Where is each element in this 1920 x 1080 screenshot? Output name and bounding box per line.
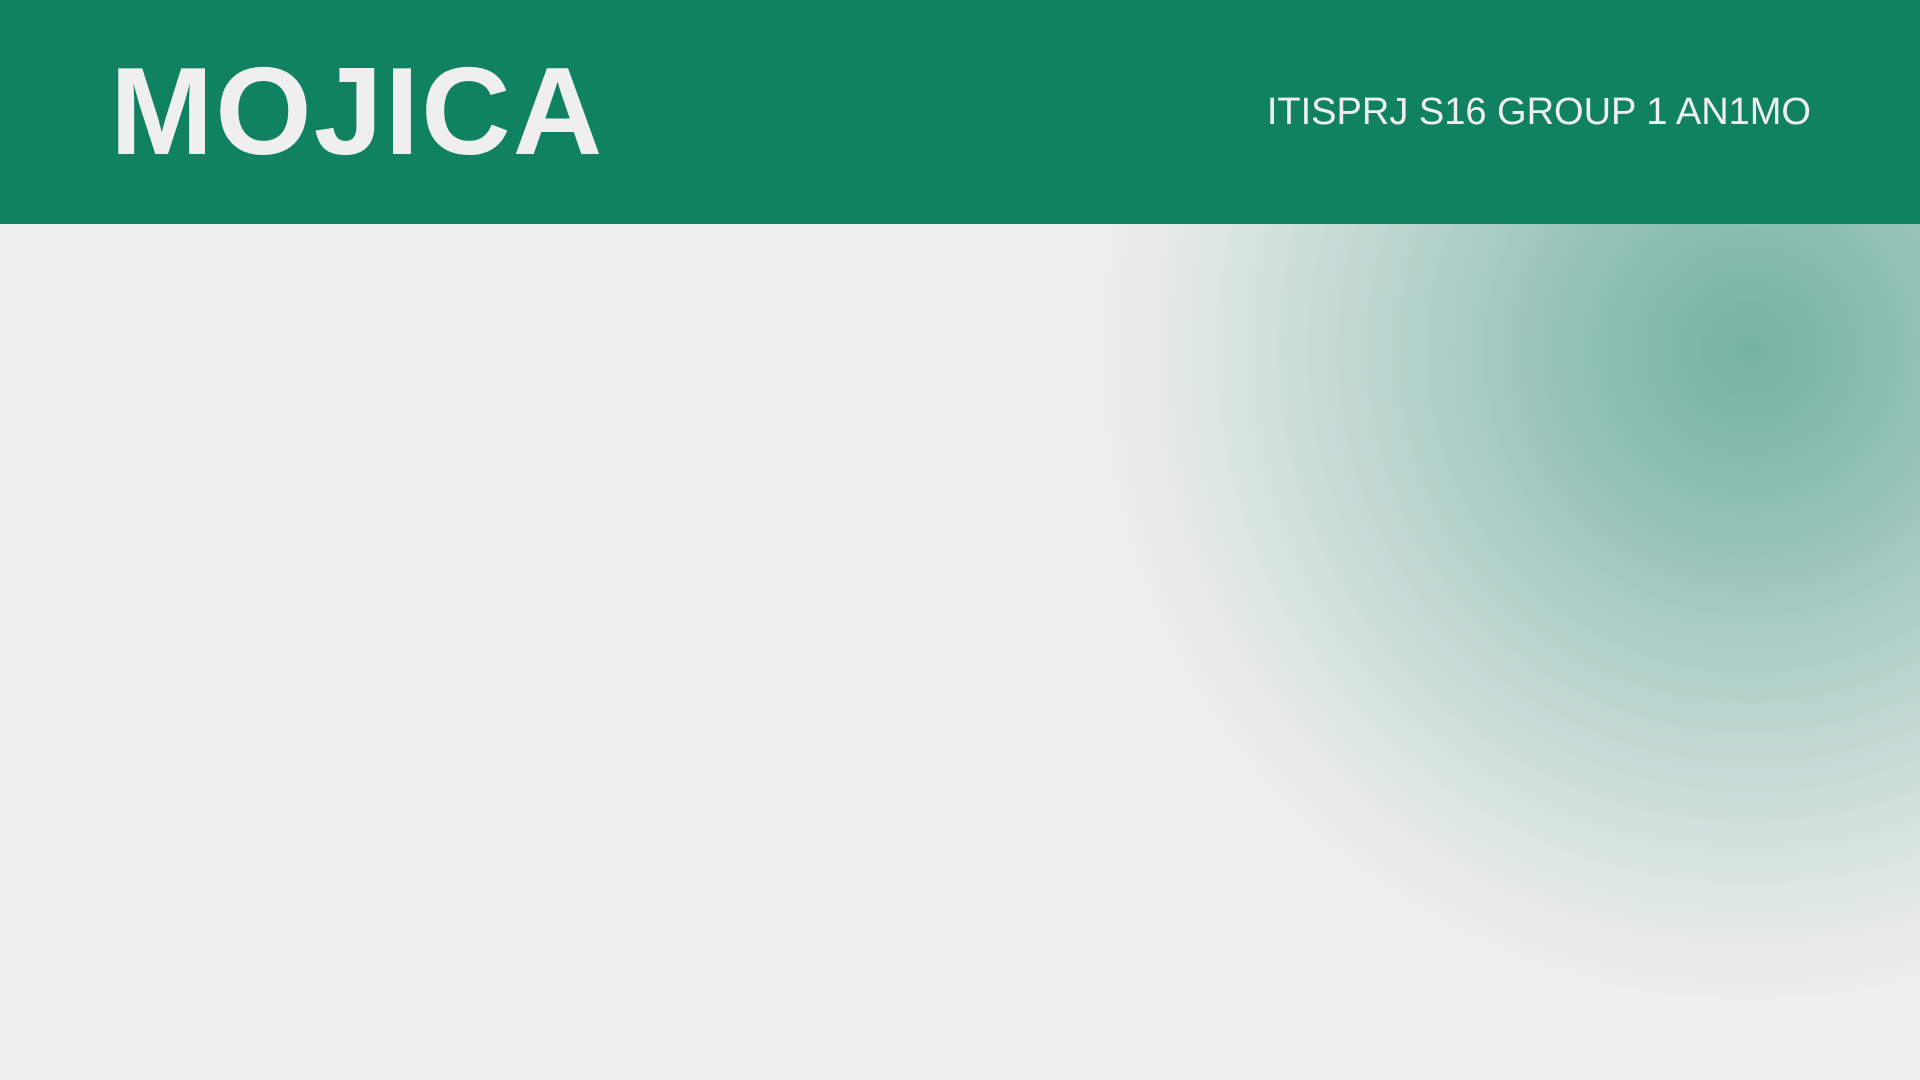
brand-title: MOJICA	[110, 43, 605, 181]
header-subtitle: ITISPRJ S16 GROUP 1 AN1MO	[1266, 91, 1811, 133]
header-bar: MOJICA ITISPRJ S16 GROUP 1 AN1MO	[0, 0, 1920, 224]
slide: MOJICA ITISPRJ S16 GROUP 1 AN1MO	[0, 0, 1920, 1080]
